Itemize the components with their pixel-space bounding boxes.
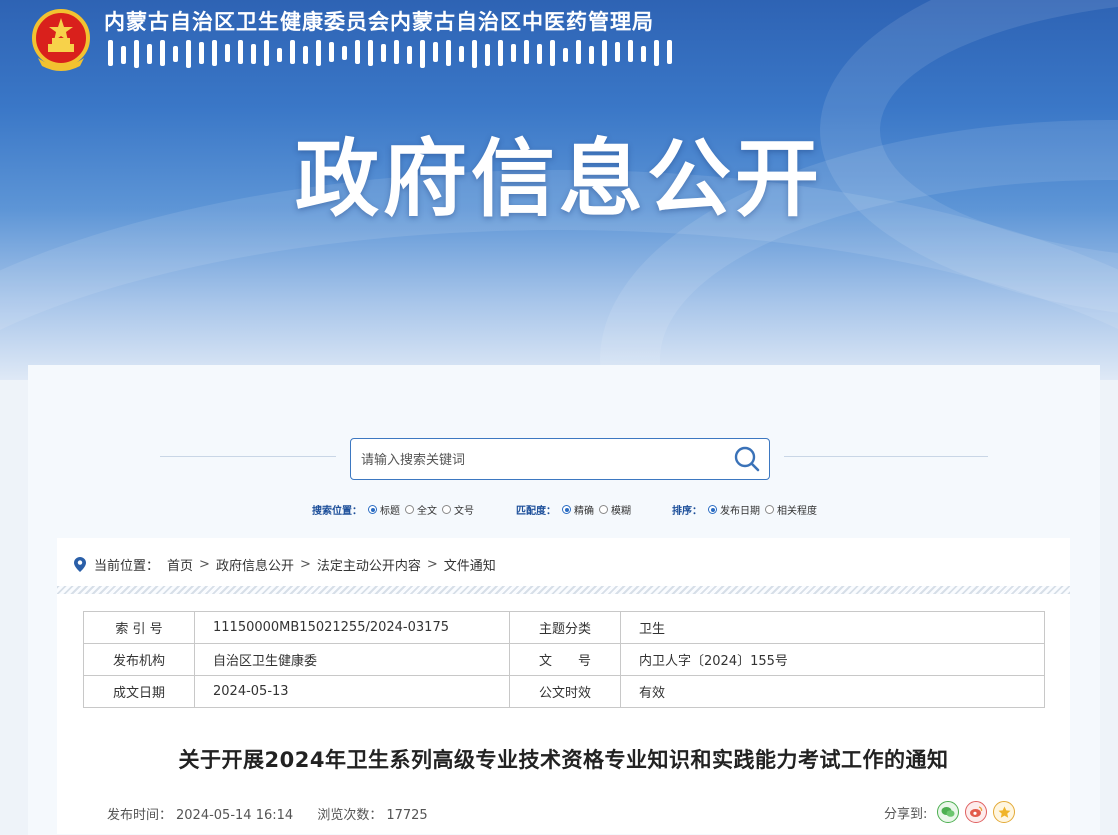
radio-exact[interactable]: 精确 (562, 502, 594, 517)
favorite-icon[interactable] (993, 801, 1016, 823)
table-row: 成文日期 2024-05-13 公文时效 有效 (83, 675, 1045, 708)
org-name-tcm-bureau: 内蒙古自治区中医药管理局 (390, 10, 654, 34)
breadcrumb-statutory[interactable]: 法定主动公开内容 (317, 555, 421, 574)
search-box (350, 438, 770, 480)
meta-label: 主题分类 (509, 611, 621, 644)
table-row: 发布机构 自治区卫生健康委 文 号 内卫人字〔2024〕155号 (83, 643, 1045, 676)
page-headline: 政府信息公开 (294, 130, 823, 228)
share-bar: 分享到: (884, 801, 1016, 823)
org-name-health-commission: 内蒙古自治区卫生健康委员会 (104, 10, 390, 34)
divider (160, 456, 336, 457)
radio-button[interactable] (562, 505, 571, 514)
option-group-label: 搜索位置： (312, 506, 362, 517)
breadcrumb-separator: > (199, 557, 210, 572)
search-icon[interactable] (731, 443, 763, 475)
decorative-stripe (57, 586, 1070, 594)
location-pin-icon (74, 557, 86, 572)
publish-label: 发布时间： (107, 808, 173, 823)
radio-sort-date[interactable]: 发布日期 (708, 502, 760, 517)
table-row: 索 引 号 11150000MB15021255/2024-03175 主题分类… (83, 611, 1045, 644)
breadcrumb-home[interactable]: 首页 (167, 555, 193, 574)
article-title: 关于开展2024年卫生系列高级专业技术资格专业知识和实践能力考试工作的通知 (178, 748, 949, 772)
meta-label: 文 号 (509, 643, 621, 676)
search-scope-options: 搜索位置： 标题 全文 文号 (312, 502, 476, 517)
meta-value: 有效 (620, 675, 1045, 708)
divider (784, 456, 988, 457)
radio-sort-relevance[interactable]: 相关程度 (765, 502, 817, 517)
radio-button[interactable] (708, 505, 717, 514)
radio-docno[interactable]: 文号 (442, 502, 474, 517)
weibo-icon[interactable] (965, 801, 988, 823)
header-banner: 内蒙古自治区卫生健康委员会 内蒙古自治区中医药管理局 政府信息公开 (0, 0, 1118, 380)
meta-value: 2024-05-13 (194, 675, 510, 708)
meta-value: 卫生 (620, 611, 1045, 644)
radio-button[interactable] (765, 505, 774, 514)
meta-label: 公文时效 (509, 675, 621, 708)
views-label: 浏览次数： (317, 808, 383, 823)
mongolian-script-org1 (108, 40, 386, 70)
meta-label: 发布机构 (83, 643, 195, 676)
publish-time: 2024-05-14 16:14 (176, 808, 294, 823)
mongolian-script-org2 (394, 40, 672, 70)
match-options: 匹配度： 精确 模糊 (516, 502, 633, 517)
meta-value: 内卫人字〔2024〕155号 (620, 643, 1045, 676)
meta-label: 成文日期 (83, 675, 195, 708)
option-group-label: 匹配度： (516, 506, 556, 517)
document-meta-table: 索 引 号 11150000MB15021255/2024-03175 主题分类… (83, 611, 1045, 708)
publish-info: 发布时间： 2024-05-14 16:14 浏览次数： 17725 (107, 804, 432, 823)
breadcrumb-notices[interactable]: 文件通知 (444, 555, 496, 574)
meta-label: 索 引 号 (83, 611, 195, 644)
breadcrumb: 当前位置： 首页 > 政府信息公开 > 法定主动公开内容 > 文件通知 (74, 555, 496, 574)
search-input[interactable] (359, 447, 713, 473)
radio-button[interactable] (442, 505, 451, 514)
radio-fuzzy[interactable]: 模糊 (599, 502, 631, 517)
share-label: 分享到: (884, 806, 928, 822)
option-group-label: 排序： (672, 506, 702, 517)
radio-title[interactable]: 标题 (368, 502, 400, 517)
radio-button[interactable] (599, 505, 608, 514)
views-count: 17725 (386, 808, 428, 823)
breadcrumb-separator: > (299, 557, 311, 572)
breadcrumb-label: 当前位置： (94, 559, 160, 574)
breadcrumb-separator: > (426, 557, 438, 572)
meta-value: 自治区卫生健康委 (194, 643, 510, 676)
meta-value: 11150000MB15021255/2024-03175 (194, 611, 510, 644)
radio-button[interactable] (405, 505, 414, 514)
radio-button[interactable] (368, 505, 377, 514)
national-emblem-icon (32, 9, 90, 71)
wechat-icon[interactable] (937, 801, 960, 823)
breadcrumb-gov-info[interactable]: 政府信息公开 (216, 555, 294, 574)
radio-fulltext[interactable]: 全文 (405, 502, 437, 517)
sort-options: 排序： 发布日期 相关程度 (672, 502, 819, 517)
